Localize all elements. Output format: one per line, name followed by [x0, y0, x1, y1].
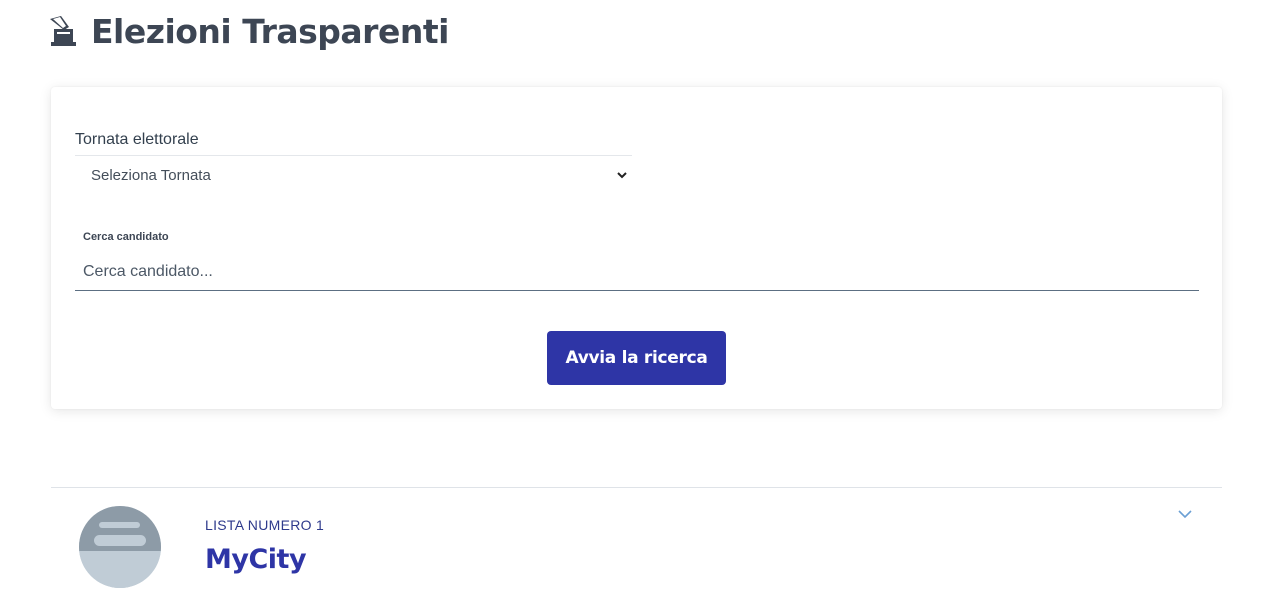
list-logo-placeholder-icon: [79, 506, 161, 588]
search-card: Tornata elettorale Seleziona Tornata Cer…: [51, 87, 1222, 409]
list-divider: [51, 487, 1222, 488]
ballot-box-icon: [50, 15, 76, 46]
search-candidate-input[interactable]: [75, 253, 1199, 291]
chevron-down-icon: [617, 172, 627, 179]
list-name[interactable]: MyCity: [205, 544, 307, 575]
chevron-down-icon[interactable]: [1177, 508, 1193, 520]
tornata-select-label: Tornata elettorale: [75, 131, 199, 148]
tornata-select-value: Seleziona Tornata: [91, 167, 211, 184]
search-candidate-label: Cerca candidato: [83, 231, 169, 243]
page-title: Elezioni Trasparenti: [91, 12, 449, 51]
page-header: Elezioni Trasparenti: [47, 12, 449, 51]
start-search-button[interactable]: Avvia la ricerca: [547, 331, 726, 385]
list-number: LISTA NUMERO 1: [205, 517, 325, 533]
tornata-select[interactable]: Seleziona Tornata: [75, 155, 632, 195]
